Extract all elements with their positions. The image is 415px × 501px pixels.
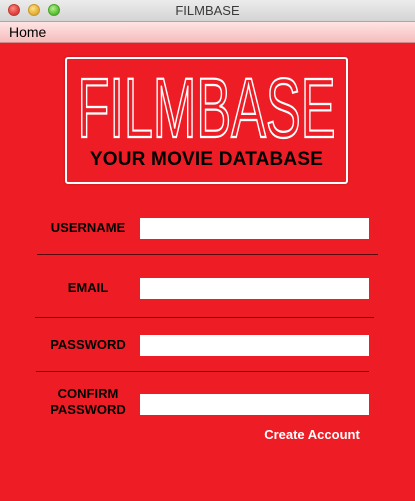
logo-tagline: YOUR MOVIE DATABASE [89, 149, 324, 170]
menu-item-home[interactable]: Home [9, 24, 46, 40]
app-window: FILMBASE Home FILMBASE YOUR MOVIE DATABA… [0, 0, 415, 501]
logo-wordmark: FILMBASE [76, 60, 336, 149]
password-label: PASSWORD [50, 337, 126, 352]
confirm-password-input[interactable] [140, 394, 369, 415]
email-label: EMAIL [67, 280, 109, 295]
username-label: USERNAME [50, 220, 126, 235]
email-input[interactable] [140, 278, 369, 299]
confirm-password-label-line2: PASSWORD [50, 402, 126, 417]
confirm-password-label-line1: CONFIRM [57, 386, 119, 401]
title-bar[interactable]: FILMBASE [0, 0, 415, 22]
menu-bar: Home [0, 22, 415, 43]
divider-3 [36, 371, 369, 372]
window-title: FILMBASE [175, 3, 240, 18]
logo-wordmark-text: FILMBASE [78, 61, 336, 149]
username-input[interactable] [140, 218, 369, 239]
divider-2 [35, 317, 374, 318]
password-input[interactable] [140, 335, 369, 356]
filmbase-logo: FILMBASE YOUR MOVIE DATABASE [65, 57, 348, 184]
divider-1 [37, 254, 378, 255]
create-account-button[interactable]: Create Account [254, 425, 370, 443]
confirm-password-label: CONFIRM PASSWORD [38, 386, 138, 418]
